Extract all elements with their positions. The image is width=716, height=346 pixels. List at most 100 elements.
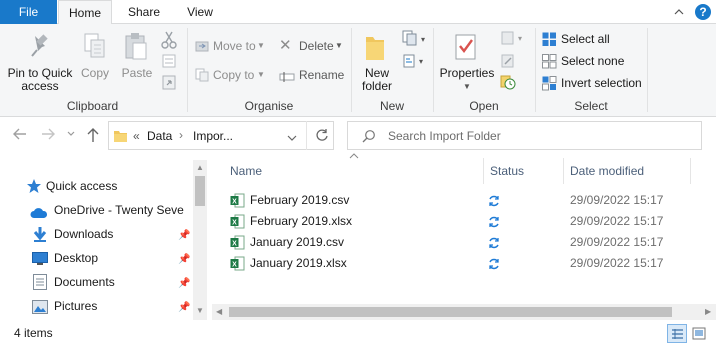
- nav-item-pictures[interactable]: Pictures: [30, 295, 190, 317]
- history-icon[interactable]: [500, 74, 516, 93]
- address-bar[interactable]: « Data › Impor...: [108, 121, 334, 150]
- rename-label: Rename: [299, 68, 345, 82]
- copy-to-dropdown-icon: ▼: [257, 70, 265, 79]
- sync-status-icon: [488, 235, 500, 249]
- paste-icon: [123, 32, 149, 65]
- tab-view[interactable]: View: [176, 0, 224, 24]
- new-item-icon[interactable]: ▾: [401, 30, 425, 49]
- cut-icon[interactable]: [161, 31, 177, 52]
- select-none-label: Select none: [561, 54, 625, 68]
- file-name: January 2019.csv: [250, 235, 345, 249]
- file-date-modified: 29/09/2022 15:17: [570, 193, 664, 207]
- scrollbar-thumb[interactable]: [195, 176, 205, 206]
- select-all-label: Select all: [561, 32, 610, 46]
- desktop-icon: [32, 251, 48, 273]
- scroll-down-icon[interactable]: ▼: [196, 306, 204, 315]
- nav-item-desktop[interactable]: Desktop: [30, 247, 190, 269]
- pin-icon[interactable]: 📌: [178, 278, 190, 289]
- star-icon: [26, 178, 42, 201]
- column-divider[interactable]: [563, 158, 564, 184]
- refresh-button[interactable]: [306, 121, 334, 150]
- documents-icon: [33, 274, 47, 297]
- ribbon-divider: [647, 28, 648, 112]
- select-group-label: Select: [574, 99, 608, 113]
- open-icon[interactable]: ▾: [500, 30, 526, 49]
- search-input[interactable]: Search Import Folder: [388, 129, 501, 143]
- nav-pane-scrollbar[interactable]: ▲ ▼: [193, 160, 207, 320]
- move-to-label: Move to: [213, 39, 256, 53]
- pin-icon[interactable]: 📌: [178, 254, 190, 265]
- excel-file-icon: X: [230, 235, 245, 250]
- nav-item-quick-access[interactable]: Quick access: [26, 175, 186, 197]
- tab-home[interactable]: Home: [58, 0, 112, 25]
- column-header-status[interactable]: Status: [490, 160, 524, 182]
- file-row[interactable]: X January 2019.csv 29/09/2022 15:17: [228, 232, 688, 253]
- forward-arrow-icon[interactable]: [40, 127, 56, 144]
- organise-group-label: Organise: [244, 99, 294, 113]
- delete-label: Delete: [299, 39, 334, 53]
- file-row[interactable]: X February 2019.xlsx 29/09/2022 15:17: [228, 211, 688, 232]
- status-bar: 4 items: [0, 322, 716, 346]
- file-row[interactable]: X January 2019.xlsx 29/09/2022 15:17: [228, 253, 688, 274]
- new-folder-icon: [364, 32, 388, 65]
- nav-item-downloads[interactable]: Downloads: [30, 223, 190, 245]
- edit-icon[interactable]: [500, 53, 516, 72]
- breadcrumb-separator-icon[interactable]: ›: [179, 128, 183, 142]
- breadcrumb-import[interactable]: Impor...: [193, 129, 233, 143]
- delete-x-icon: ✕: [279, 37, 292, 54]
- column-header-name[interactable]: Name: [230, 160, 262, 182]
- breadcrumb-data[interactable]: Data: [147, 129, 172, 143]
- invert-selection-icon: [542, 76, 557, 97]
- help-icon[interactable]: ?: [694, 3, 712, 21]
- search-box[interactable]: Search Import Folder: [347, 121, 702, 150]
- open-group-label: Open: [469, 99, 499, 113]
- column-divider[interactable]: [483, 158, 484, 184]
- scroll-right-icon[interactable]: ▶: [705, 307, 711, 316]
- details-view-button[interactable]: [667, 324, 687, 343]
- easy-access-icon[interactable]: ▾: [401, 53, 425, 72]
- nav-item-documents[interactable]: Documents: [30, 271, 190, 293]
- column-divider[interactable]: [690, 158, 691, 184]
- nav-label: Documents: [54, 275, 115, 289]
- back-arrow-icon[interactable]: [12, 127, 28, 144]
- copy-icon: [83, 32, 107, 65]
- properties-label: Properties: [439, 66, 495, 80]
- new-folder-button[interactable]: New folder: [356, 67, 398, 93]
- sync-status-icon: [488, 256, 500, 270]
- pin-icon: [29, 34, 51, 63]
- file-list-horizontal-scrollbar[interactable]: ◀ ▶: [212, 304, 716, 320]
- paste-button[interactable]: Paste: [118, 67, 156, 80]
- address-overflow-chevrons[interactable]: «: [133, 129, 140, 143]
- svg-text:X: X: [232, 220, 237, 227]
- tab-file[interactable]: File: [0, 0, 57, 24]
- scroll-left-icon[interactable]: ◀: [216, 307, 222, 316]
- copy-path-icon[interactable]: [161, 53, 177, 72]
- address-dropdown-chevron-icon[interactable]: [287, 131, 297, 145]
- file-date-modified: 29/09/2022 15:17: [570, 256, 664, 270]
- pin-icon[interactable]: 📌: [178, 302, 190, 313]
- svg-text:X: X: [232, 199, 237, 206]
- details-view-icon: [671, 328, 684, 343]
- pin-to-quick-access-button[interactable]: Pin to Quick access: [3, 67, 77, 93]
- paste-shortcut-icon[interactable]: [161, 74, 177, 93]
- nav-label: Downloads: [54, 227, 114, 241]
- column-header-date-modified[interactable]: Date modified: [570, 160, 644, 182]
- refresh-icon: [315, 128, 329, 145]
- svg-text:▾: ▾: [419, 57, 423, 66]
- pin-label-line2: access: [21, 79, 59, 93]
- large-icons-view-button[interactable]: [690, 325, 708, 342]
- tab-share[interactable]: Share: [118, 0, 170, 24]
- collapse-ribbon-chevron-icon[interactable]: [673, 0, 687, 24]
- copy-button[interactable]: Copy: [78, 67, 112, 80]
- new-folder-label-line2: folder: [361, 79, 393, 93]
- scrollbar-thumb[interactable]: [229, 307, 672, 317]
- up-arrow-icon[interactable]: [86, 127, 100, 146]
- file-row[interactable]: X February 2019.csv 29/09/2022 15:17: [228, 190, 688, 211]
- pin-icon[interactable]: 📌: [178, 230, 190, 241]
- properties-button[interactable]: Properties ▼: [437, 67, 497, 93]
- recent-locations-chevron-icon[interactable]: [66, 127, 76, 144]
- properties-icon: [454, 32, 478, 65]
- nav-item-onedrive[interactable]: OneDrive - Twenty Seve: [30, 199, 190, 221]
- scroll-up-icon[interactable]: ▲: [196, 163, 204, 172]
- file-name: February 2019.xlsx: [250, 214, 353, 228]
